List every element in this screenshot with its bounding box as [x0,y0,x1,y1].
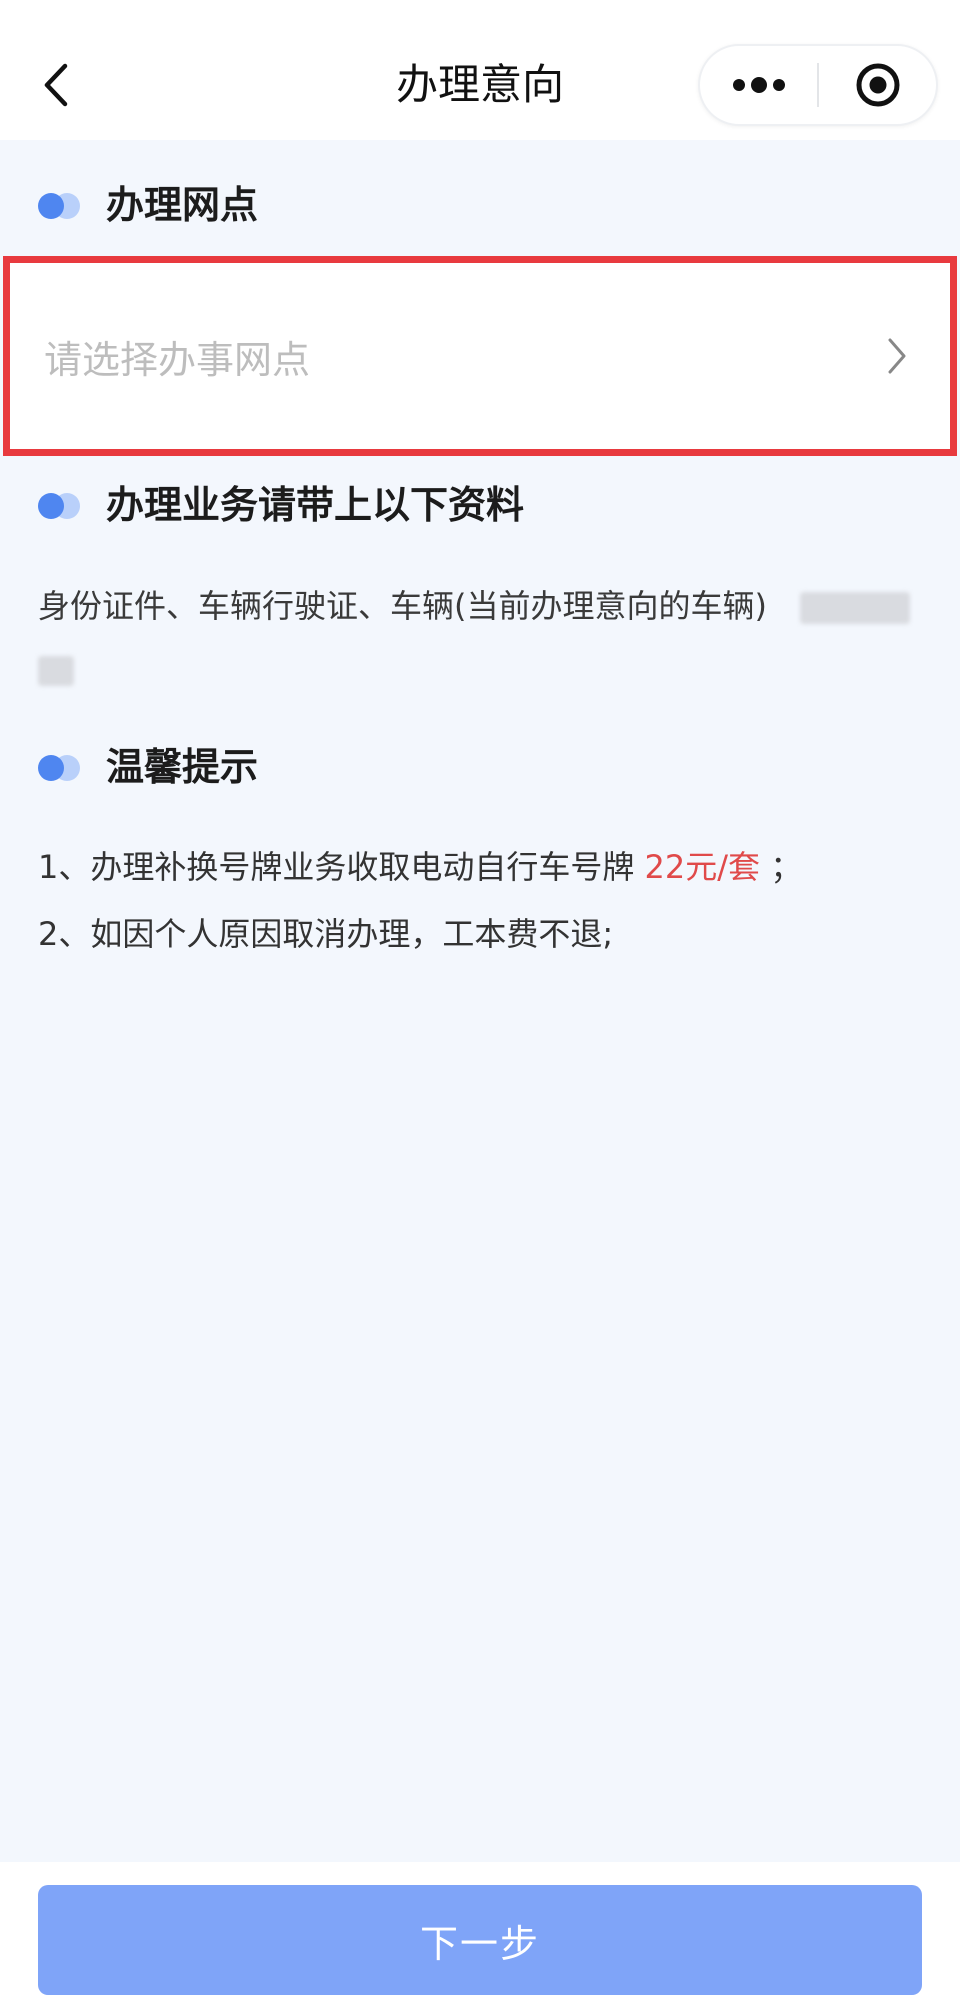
materials-section-head: 办理业务请带上以下资料 [38,480,524,530]
outlet-select[interactable]: 请选择办事网点 [3,256,957,456]
redacted-text [800,592,910,624]
more-button[interactable] [700,46,817,124]
tips-section-head: 温馨提示 [38,742,258,792]
section-dot-icon [38,490,84,520]
outlet-section-title: 办理网点 [106,183,259,227]
tips-line-1-text: 1、办理补换号牌业务收取电动自行车号牌 [38,848,635,886]
tips-section-title: 温馨提示 [106,745,259,789]
page: 办理意向 办理网点 请选择办事网点 办理业务请带上以下资料 身份证件、车辆行驶证… [0,0,960,2007]
nav-header: 办理意向 [0,0,960,140]
next-step-button[interactable]: 下一步 [38,1885,922,1995]
outlet-section-head: 办理网点 [38,180,258,230]
materials-section-title: 办理业务请带上以下资料 [106,483,525,527]
chevron-right-icon [888,338,906,374]
tips-line-1: 1、办理补换号牌业务收取电动自行车号牌 22元/套 ； [38,845,802,889]
tips-line-1-suffix: ； [770,848,803,886]
more-dots-icon [732,77,785,93]
price-text: 22元/套 [644,848,761,886]
target-close-icon [856,63,899,107]
redacted-text [38,656,74,686]
materials-text: 身份证件、车辆行驶证、车辆(当前办理意向的车辆) [38,587,767,625]
mini-program-capsule [698,44,938,126]
section-dot-icon [38,752,84,782]
tips-line-2: 2、如因个人原因取消办理，工本费不退; [38,915,614,953]
section-dot-icon [38,190,84,220]
outlet-select-placeholder: 请选择办事网点 [44,337,311,382]
close-button[interactable] [819,46,936,124]
